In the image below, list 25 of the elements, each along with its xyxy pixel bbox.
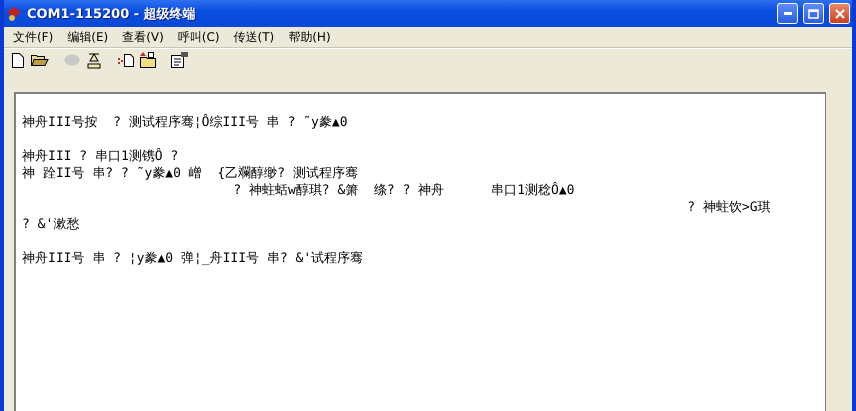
folder-icon[interactable] xyxy=(31,53,49,67)
window-title: COM1-115200 - 超级终端 xyxy=(27,6,197,22)
terminal-line: 神舟III号按 ? 测试程序骞¦Ô综III号 串 ? ˜y豢▲0 xyxy=(22,114,349,131)
menu-item[interactable]: 查看(V) xyxy=(115,28,171,46)
send-file-icon[interactable] xyxy=(117,52,135,68)
properties-icon[interactable] xyxy=(171,52,189,68)
close-button[interactable] xyxy=(829,3,850,24)
minimize-icon xyxy=(784,12,792,15)
terminal-line: ? &'漱愁 xyxy=(22,216,80,233)
menu-item[interactable]: 文件(F) xyxy=(6,28,60,46)
new-document-icon[interactable] xyxy=(12,52,24,68)
menu-item[interactable]: 编辑(E) xyxy=(60,28,116,46)
menu-item[interactable]: 呼叫(C) xyxy=(170,28,227,46)
terminal-line: 神 跧II号 串? ? ˜y豢▲0 嶒 {乙斕醇缈? 测试程序骞 xyxy=(22,165,359,182)
terminal-line: 神舟III ? 串口1测镌Ô ? xyxy=(22,148,180,165)
terminal-line: 神舟III号 串 ? ¦y豢▲0 弹¦_舟III号 串? &'试程序骞 xyxy=(22,250,364,267)
maximize-button[interactable] xyxy=(803,3,824,24)
menu-item[interactable]: 传送(T) xyxy=(226,28,282,46)
receive-file-icon[interactable] xyxy=(140,52,156,68)
minimize-button[interactable] xyxy=(777,3,798,24)
terminal-line: ? 神蛀蛞w醇琪? &箫 绦? ? 神舟 串口1测稔Ô▲0 xyxy=(232,182,576,199)
terminal-line: ? 神蛀饮>G琪 xyxy=(686,199,772,216)
close-icon xyxy=(834,8,844,18)
maximize-icon xyxy=(808,8,819,18)
menu-item[interactable]: 帮助(H) xyxy=(281,28,338,46)
